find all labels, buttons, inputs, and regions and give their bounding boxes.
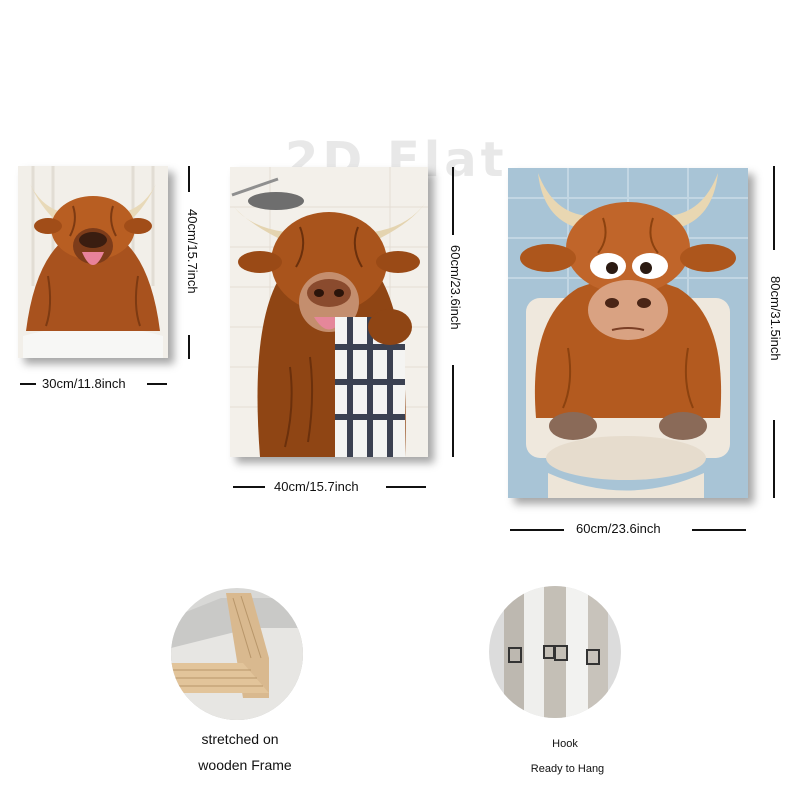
height-line-top: [188, 166, 190, 192]
painting-large: [508, 168, 748, 498]
width-line-left: [510, 529, 564, 531]
painting-small-height-label: 40cm/15.7inch: [185, 209, 200, 294]
painting-medium: [230, 167, 428, 457]
hook-caption-line2: Ready to Hang: [530, 763, 605, 775]
height-line-bottom: [188, 335, 190, 359]
frame-caption-line2: wooden Frame: [198, 757, 292, 773]
painting-small: [18, 166, 168, 358]
height-line-top: [773, 166, 775, 250]
frame-caption-line1: stretched on: [201, 731, 279, 747]
width-line-left: [20, 383, 36, 385]
width-line-right: [147, 383, 167, 385]
painting-medium-height-label: 60cm/23.6inch: [448, 245, 463, 330]
width-line-right: [692, 529, 746, 531]
width-line-right: [386, 486, 426, 488]
height-line-bottom: [773, 420, 775, 498]
highland-cow-tongue-image: [18, 166, 168, 358]
hook-detail-image: [489, 586, 621, 718]
painting-medium-width-label: 40cm/15.7inch: [274, 479, 359, 494]
highland-cow-cartoon-image: [508, 168, 748, 498]
painting-small-width-label: 30cm/11.8inch: [42, 376, 126, 391]
width-line-left: [233, 486, 265, 488]
hook-caption-line1: Hook: [552, 738, 578, 750]
height-line-bottom: [452, 365, 454, 457]
height-line-top: [452, 167, 454, 235]
painting-large-height-label: 80cm/31.5inch: [768, 276, 783, 361]
wooden-frame-detail-image: [171, 588, 303, 720]
painting-large-width-label: 60cm/23.6inch: [576, 521, 661, 536]
highland-cow-towel-image: [230, 167, 428, 457]
